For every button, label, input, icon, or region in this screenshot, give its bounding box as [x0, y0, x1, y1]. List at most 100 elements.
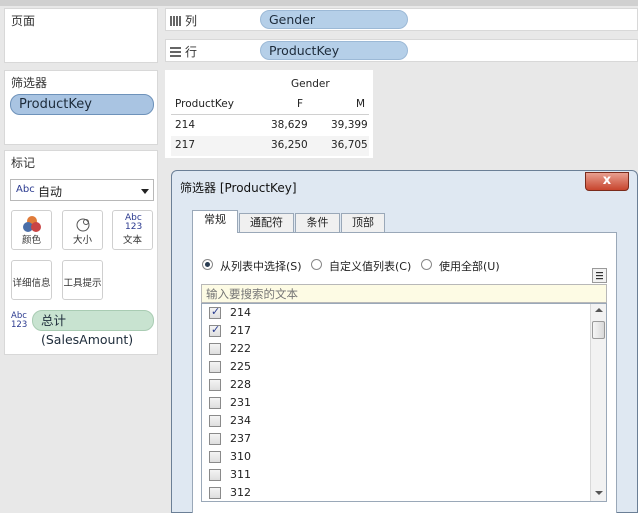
color-icon — [23, 216, 41, 232]
checkbox[interactable] — [209, 397, 221, 409]
crosstab: Gender ProductKey F M 214 38,629 39,399 … — [165, 70, 373, 158]
pages-title: 页面 — [11, 14, 36, 28]
checkbox[interactable] — [209, 343, 221, 355]
filter-dialog: 筛选器 [ProductKey] x 常规 通配符 条件 顶部 从列表中选择(S… — [171, 170, 638, 513]
row-key: 214 — [175, 119, 196, 131]
list-item-label: 311 — [230, 468, 251, 481]
col-header-f: F — [297, 98, 304, 110]
list-item[interactable]: 234 — [202, 412, 590, 430]
search-input[interactable] — [201, 284, 607, 303]
filter-pill-productkey[interactable]: ProductKey — [10, 94, 154, 115]
filters-panel: 筛选器 ProductKey — [4, 70, 158, 145]
scroll-thumb[interactable] — [592, 321, 605, 339]
checkbox[interactable] — [209, 415, 221, 427]
measure-pill-sales[interactable]: 总计(SalesAmount) — [32, 310, 154, 347]
scroll-up-arrow[interactable] — [595, 308, 603, 312]
list-item[interactable]: 310 — [202, 448, 590, 466]
list-item[interactable]: 214 — [202, 304, 590, 322]
tab-wildcard[interactable]: 通配符 — [239, 213, 294, 233]
list-item-label: 310 — [230, 450, 251, 463]
detail-button[interactable]: 详细信息 — [11, 260, 52, 300]
text-label: 文本 — [122, 235, 142, 246]
checkbox[interactable] — [209, 487, 221, 499]
list-item-label: 225 — [230, 360, 251, 373]
close-button[interactable]: x — [585, 172, 629, 191]
color-button[interactable]: 颜色 — [11, 210, 52, 250]
radio-select-from-list[interactable] — [202, 259, 213, 270]
pages-panel: 页面 — [4, 8, 158, 63]
marks-title: 标记 — [11, 156, 36, 170]
list-menu-button[interactable] — [592, 268, 607, 283]
list-item[interactable]: 312 — [202, 484, 590, 502]
row-header-productkey: ProductKey — [175, 98, 234, 110]
list-scrollbar[interactable] — [590, 304, 606, 501]
row-f-value: 36,250 — [271, 139, 308, 151]
row-m-value: 39,399 — [331, 119, 368, 131]
checkbox[interactable] — [209, 433, 221, 445]
tooltip-button[interactable]: 工具提示 — [62, 260, 103, 300]
size-label: 大小 — [72, 235, 92, 246]
text-button[interactable]: Abc 123 文本 — [112, 210, 153, 250]
columns-pill-gender[interactable]: Gender — [260, 10, 408, 29]
list-item-label: 237 — [230, 432, 251, 445]
row-f-value: 38,629 — [271, 119, 308, 131]
size-button[interactable]: 大小 — [62, 210, 103, 250]
filters-title: 筛选器 — [11, 76, 48, 90]
color-label: 颜色 — [21, 235, 41, 246]
list-item[interactable]: 225 — [202, 358, 590, 376]
value-list: 214 217 222 225 228 231 234 237 310 311 312 — [201, 303, 607, 502]
list-item-label: 234 — [230, 414, 251, 427]
tab-condition[interactable]: 条件 — [295, 213, 340, 233]
rows-pill-productkey[interactable]: ProductKey — [260, 41, 408, 60]
checkbox[interactable] — [209, 379, 221, 391]
mark-type-dropdown[interactable]: Abc 自动 — [10, 179, 154, 201]
columns-icon — [170, 16, 181, 26]
col-header-m: M — [356, 98, 366, 110]
checkbox[interactable] — [209, 305, 221, 319]
radio-use-all-label: 使用全部(U) — [439, 260, 500, 273]
checkbox[interactable] — [209, 323, 221, 337]
row-m-value: 36,705 — [331, 139, 368, 151]
list-item[interactable]: 231 — [202, 394, 590, 412]
table-row: 214 38,629 39,399 — [171, 116, 369, 136]
list-item[interactable]: 311 — [202, 466, 590, 484]
chevron-down-icon — [141, 189, 149, 194]
radio-use-all[interactable] — [421, 259, 432, 270]
list-item-label: 214 — [230, 306, 251, 319]
list-item[interactable]: 228 — [202, 376, 590, 394]
detail-label: 详细信息 — [12, 278, 51, 289]
checkbox[interactable] — [209, 469, 221, 481]
list-item-label: 228 — [230, 378, 251, 391]
list-item[interactable]: 222 — [202, 340, 590, 358]
list-item-label: 222 — [230, 342, 251, 355]
rows-label-text: 行 — [185, 45, 198, 59]
checkbox[interactable] — [209, 361, 221, 373]
rows-shelf-label: 行 — [170, 43, 197, 60]
list-item[interactable]: 217 — [202, 322, 590, 340]
row-key: 217 — [175, 139, 196, 151]
menu-icon — [596, 272, 603, 280]
list-item-label: 217 — [230, 324, 251, 337]
text-icon-123: 123 — [125, 222, 143, 232]
size-icon — [76, 218, 90, 232]
abc-icon: Abc — [16, 184, 35, 195]
checkbox[interactable] — [209, 451, 221, 463]
radio-custom-list-label: 自定义值列表(C) — [329, 260, 412, 273]
tab-top[interactable]: 顶部 — [341, 213, 385, 233]
top-strip — [0, 0, 638, 6]
dialog-title: 筛选器 [ProductKey] — [180, 181, 297, 195]
list-item[interactable]: 237 — [202, 430, 590, 448]
radio-select-from-list-label: 从列表中选择(S) — [220, 260, 302, 273]
rows-icon — [170, 47, 181, 57]
text-icon-123-small: 123 — [11, 320, 28, 330]
columns-shelf-label: 列 — [170, 12, 197, 29]
tooltip-label: 工具提示 — [63, 278, 102, 289]
tab-general[interactable]: 常规 — [192, 210, 238, 233]
column-header-gender: Gender — [291, 78, 330, 90]
columns-label-text: 列 — [185, 14, 198, 28]
mark-type-value: 自动 — [38, 185, 63, 199]
marks-panel: 标记 Abc 自动 颜色 大小 Abc 123 文本 详细信息 工具提示 Abc… — [4, 150, 158, 355]
scroll-down-arrow[interactable] — [595, 491, 603, 495]
radio-custom-list[interactable] — [311, 259, 322, 270]
list-item-label: 312 — [230, 486, 251, 499]
